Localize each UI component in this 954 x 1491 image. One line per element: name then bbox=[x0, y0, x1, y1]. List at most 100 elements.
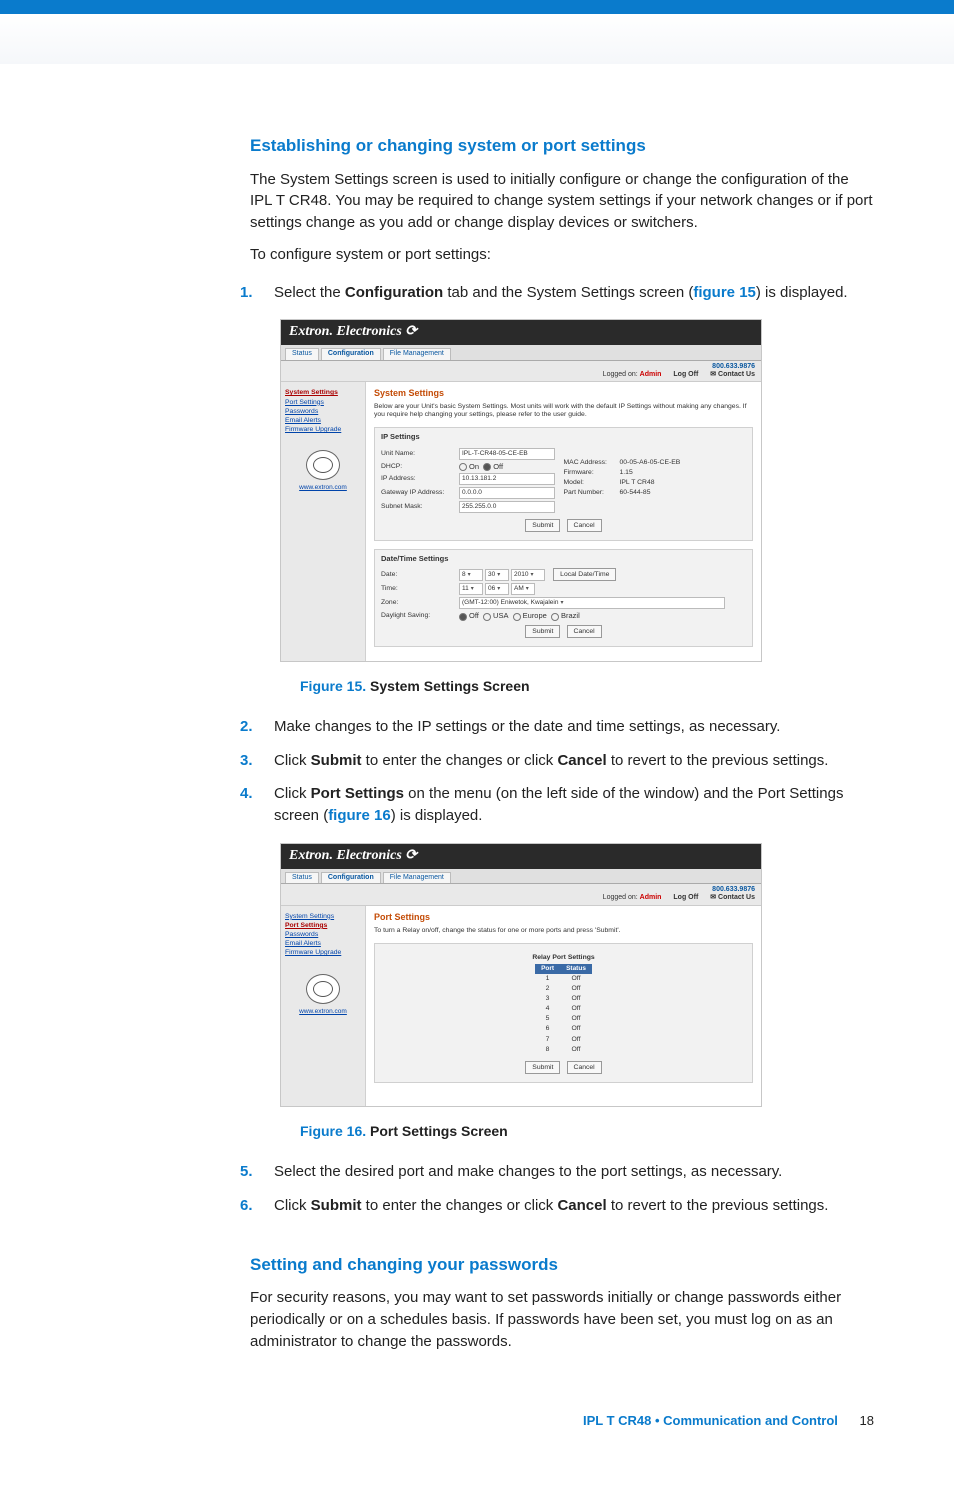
brand-header: Extron. Electronics ⟳ bbox=[281, 844, 761, 869]
figure-16-caption: Figure 16. Port Settings Screen bbox=[300, 1121, 874, 1141]
figure-ref-15: figure 15 bbox=[693, 284, 756, 301]
port-8-status-select[interactable]: Off bbox=[572, 1046, 581, 1053]
extron-site-link[interactable]: www.extron.com bbox=[285, 1008, 361, 1016]
local-datetime-button[interactable]: Local Date/Time bbox=[553, 568, 616, 581]
relay-port-panel: Relay Port Settings PortStatus 1Off 2Off… bbox=[374, 943, 753, 1083]
ip-address-label: IP Address: bbox=[381, 475, 459, 483]
tab-file-management[interactable]: File Management bbox=[383, 348, 451, 359]
intro-paragraph-1: The System Settings screen is used to in… bbox=[250, 169, 874, 234]
contact-us-link[interactable]: ✉ Contact Us bbox=[710, 894, 755, 901]
sidebar-item-email-alerts[interactable]: Email Alerts bbox=[285, 940, 361, 948]
col-port: Port bbox=[535, 964, 560, 974]
gateway-field[interactable]: 0.0.0.0 bbox=[459, 487, 555, 499]
sidebar-item-firmware-upgrade[interactable]: Firmware Upgrade bbox=[285, 949, 361, 957]
sidebar-item-email-alerts[interactable]: Email Alerts bbox=[285, 417, 361, 425]
phone-number: 800.633.9876 bbox=[287, 363, 755, 371]
panel-description: To turn a Relay on/off, change the statu… bbox=[374, 927, 753, 935]
datetime-panel: Date/Time Settings Date: 8 30 2010 Local… bbox=[374, 549, 753, 646]
date-month-select[interactable]: 8 bbox=[459, 569, 483, 581]
contact-us-link[interactable]: ✉ Contact Us bbox=[710, 371, 755, 378]
table-row: 1Off bbox=[535, 974, 592, 984]
tab-file-management[interactable]: File Management bbox=[383, 872, 451, 883]
tab-configuration[interactable]: Configuration bbox=[321, 348, 381, 359]
keyword-cancel: Cancel bbox=[557, 752, 606, 769]
port-1-status-select[interactable]: Off bbox=[572, 975, 581, 982]
dhcp-label: DHCP: bbox=[381, 463, 459, 471]
logoff-link[interactable]: Log Off bbox=[673, 371, 698, 378]
model-label: Model: bbox=[564, 479, 620, 487]
ds-europe-radio[interactable]: Europe bbox=[513, 611, 547, 620]
step-2: 2. Make changes to the IP settings or th… bbox=[240, 710, 874, 744]
dt-submit-button[interactable]: Submit bbox=[525, 625, 560, 638]
tab-configuration[interactable]: Configuration bbox=[321, 872, 381, 883]
ds-usa-radio[interactable]: USA bbox=[483, 611, 508, 620]
dhcp-off-radio[interactable]: Off bbox=[483, 462, 503, 471]
port-2-status-select[interactable]: Off bbox=[572, 985, 581, 992]
ds-off-radio[interactable]: Off bbox=[459, 611, 479, 620]
keyword-submit: Submit bbox=[311, 752, 362, 769]
port-submit-button[interactable]: Submit bbox=[525, 1061, 560, 1074]
tab-bar: Status Configuration File Management bbox=[281, 869, 761, 884]
unit-name-field[interactable]: IPL-T-CR48-05-CE-EB bbox=[459, 448, 555, 460]
table-row: 7Off bbox=[535, 1035, 592, 1045]
port-5-status-select[interactable]: Off bbox=[572, 1015, 581, 1022]
table-row: 5Off bbox=[535, 1014, 592, 1024]
tab-status[interactable]: Status bbox=[285, 872, 319, 883]
sidebar: System Settings Port Settings Passwords … bbox=[281, 382, 366, 660]
mac-label: MAC Address: bbox=[564, 459, 620, 467]
document-page: Establishing or changing system or port … bbox=[0, 64, 954, 1491]
step-4: 4. Click Port Settings on the menu (on t… bbox=[240, 777, 874, 833]
port-cancel-button[interactable]: Cancel bbox=[567, 1061, 602, 1074]
ip-settings-heading: IP Settings bbox=[381, 432, 746, 441]
top-info-bar: 800.633.9876 Logged on: Admin Log Off ✉ … bbox=[281, 884, 761, 906]
panel-title: System Settings bbox=[374, 388, 753, 399]
main-panel: System Settings Below are your Unit's ba… bbox=[366, 382, 761, 660]
zone-select[interactable]: (GMT-12:00) Eniwetok, Kwajalein bbox=[459, 597, 725, 609]
date-label: Date: bbox=[381, 571, 459, 579]
time-hour-select[interactable]: 11 bbox=[459, 583, 483, 595]
firmware-label: Firmware: bbox=[564, 469, 620, 477]
table-row: 6Off bbox=[535, 1024, 592, 1034]
sidebar-item-port-settings[interactable]: Port Settings bbox=[285, 922, 361, 930]
port-3-status-select[interactable]: Off bbox=[572, 995, 581, 1002]
time-ampm-select[interactable]: AM bbox=[511, 583, 535, 595]
dhcp-on-radio[interactable]: On bbox=[459, 462, 479, 471]
subnet-field[interactable]: 255.255.0.0 bbox=[459, 501, 555, 513]
table-row: 4Off bbox=[535, 1004, 592, 1014]
time-minute-select[interactable]: 06 bbox=[485, 583, 509, 595]
sidebar-item-port-settings[interactable]: Port Settings bbox=[285, 399, 361, 407]
phone-number: 800.633.9876 bbox=[287, 886, 755, 894]
port-7-status-select[interactable]: Off bbox=[572, 1036, 581, 1043]
main-panel: Port Settings To turn a Relay on/off, ch… bbox=[366, 906, 761, 1106]
ds-brazil-radio[interactable]: Brazil bbox=[551, 611, 580, 620]
date-day-select[interactable]: 30 bbox=[485, 569, 509, 581]
top-info-bar: 800.633.9876 Logged on: Admin Log Off ✉ … bbox=[281, 361, 761, 383]
table-row: 8Off bbox=[535, 1045, 592, 1055]
table-row: 3Off bbox=[535, 994, 592, 1004]
footer-doc-title: IPL T CR48 • Communication and Control bbox=[583, 1413, 838, 1428]
unit-name-label: Unit Name: bbox=[381, 450, 459, 458]
date-year-select[interactable]: 2010 bbox=[511, 569, 545, 581]
sidebar-item-system-settings[interactable]: System Settings bbox=[285, 389, 361, 397]
sidebar-item-passwords[interactable]: Passwords bbox=[285, 408, 361, 416]
dt-cancel-button[interactable]: Cancel bbox=[567, 625, 602, 638]
step-number: 4. bbox=[240, 783, 253, 805]
gateway-label: Gateway IP Address: bbox=[381, 489, 459, 497]
step-number: 3. bbox=[240, 750, 253, 772]
sidebar-item-passwords[interactable]: Passwords bbox=[285, 931, 361, 939]
tab-status[interactable]: Status bbox=[285, 348, 319, 359]
logoff-link[interactable]: Log Off bbox=[673, 894, 698, 901]
part-value: 60-544-85 bbox=[620, 489, 651, 497]
step-text: Make changes to the IP settings or the d… bbox=[274, 718, 780, 735]
ip-address-field[interactable]: 10.13.181.2 bbox=[459, 473, 555, 485]
daylight-label: Daylight Saving: bbox=[381, 612, 459, 620]
ip-submit-button[interactable]: Submit bbox=[525, 519, 560, 532]
sidebar-item-system-settings[interactable]: System Settings bbox=[285, 913, 361, 921]
intro-paragraph-2: To configure system or port settings: bbox=[250, 244, 874, 266]
zone-label: Zone: bbox=[381, 599, 459, 607]
port-6-status-select[interactable]: Off bbox=[572, 1025, 581, 1032]
ip-cancel-button[interactable]: Cancel bbox=[567, 519, 602, 532]
extron-site-link[interactable]: www.extron.com bbox=[285, 484, 361, 492]
sidebar-item-firmware-upgrade[interactable]: Firmware Upgrade bbox=[285, 426, 361, 434]
port-4-status-select[interactable]: Off bbox=[572, 1005, 581, 1012]
